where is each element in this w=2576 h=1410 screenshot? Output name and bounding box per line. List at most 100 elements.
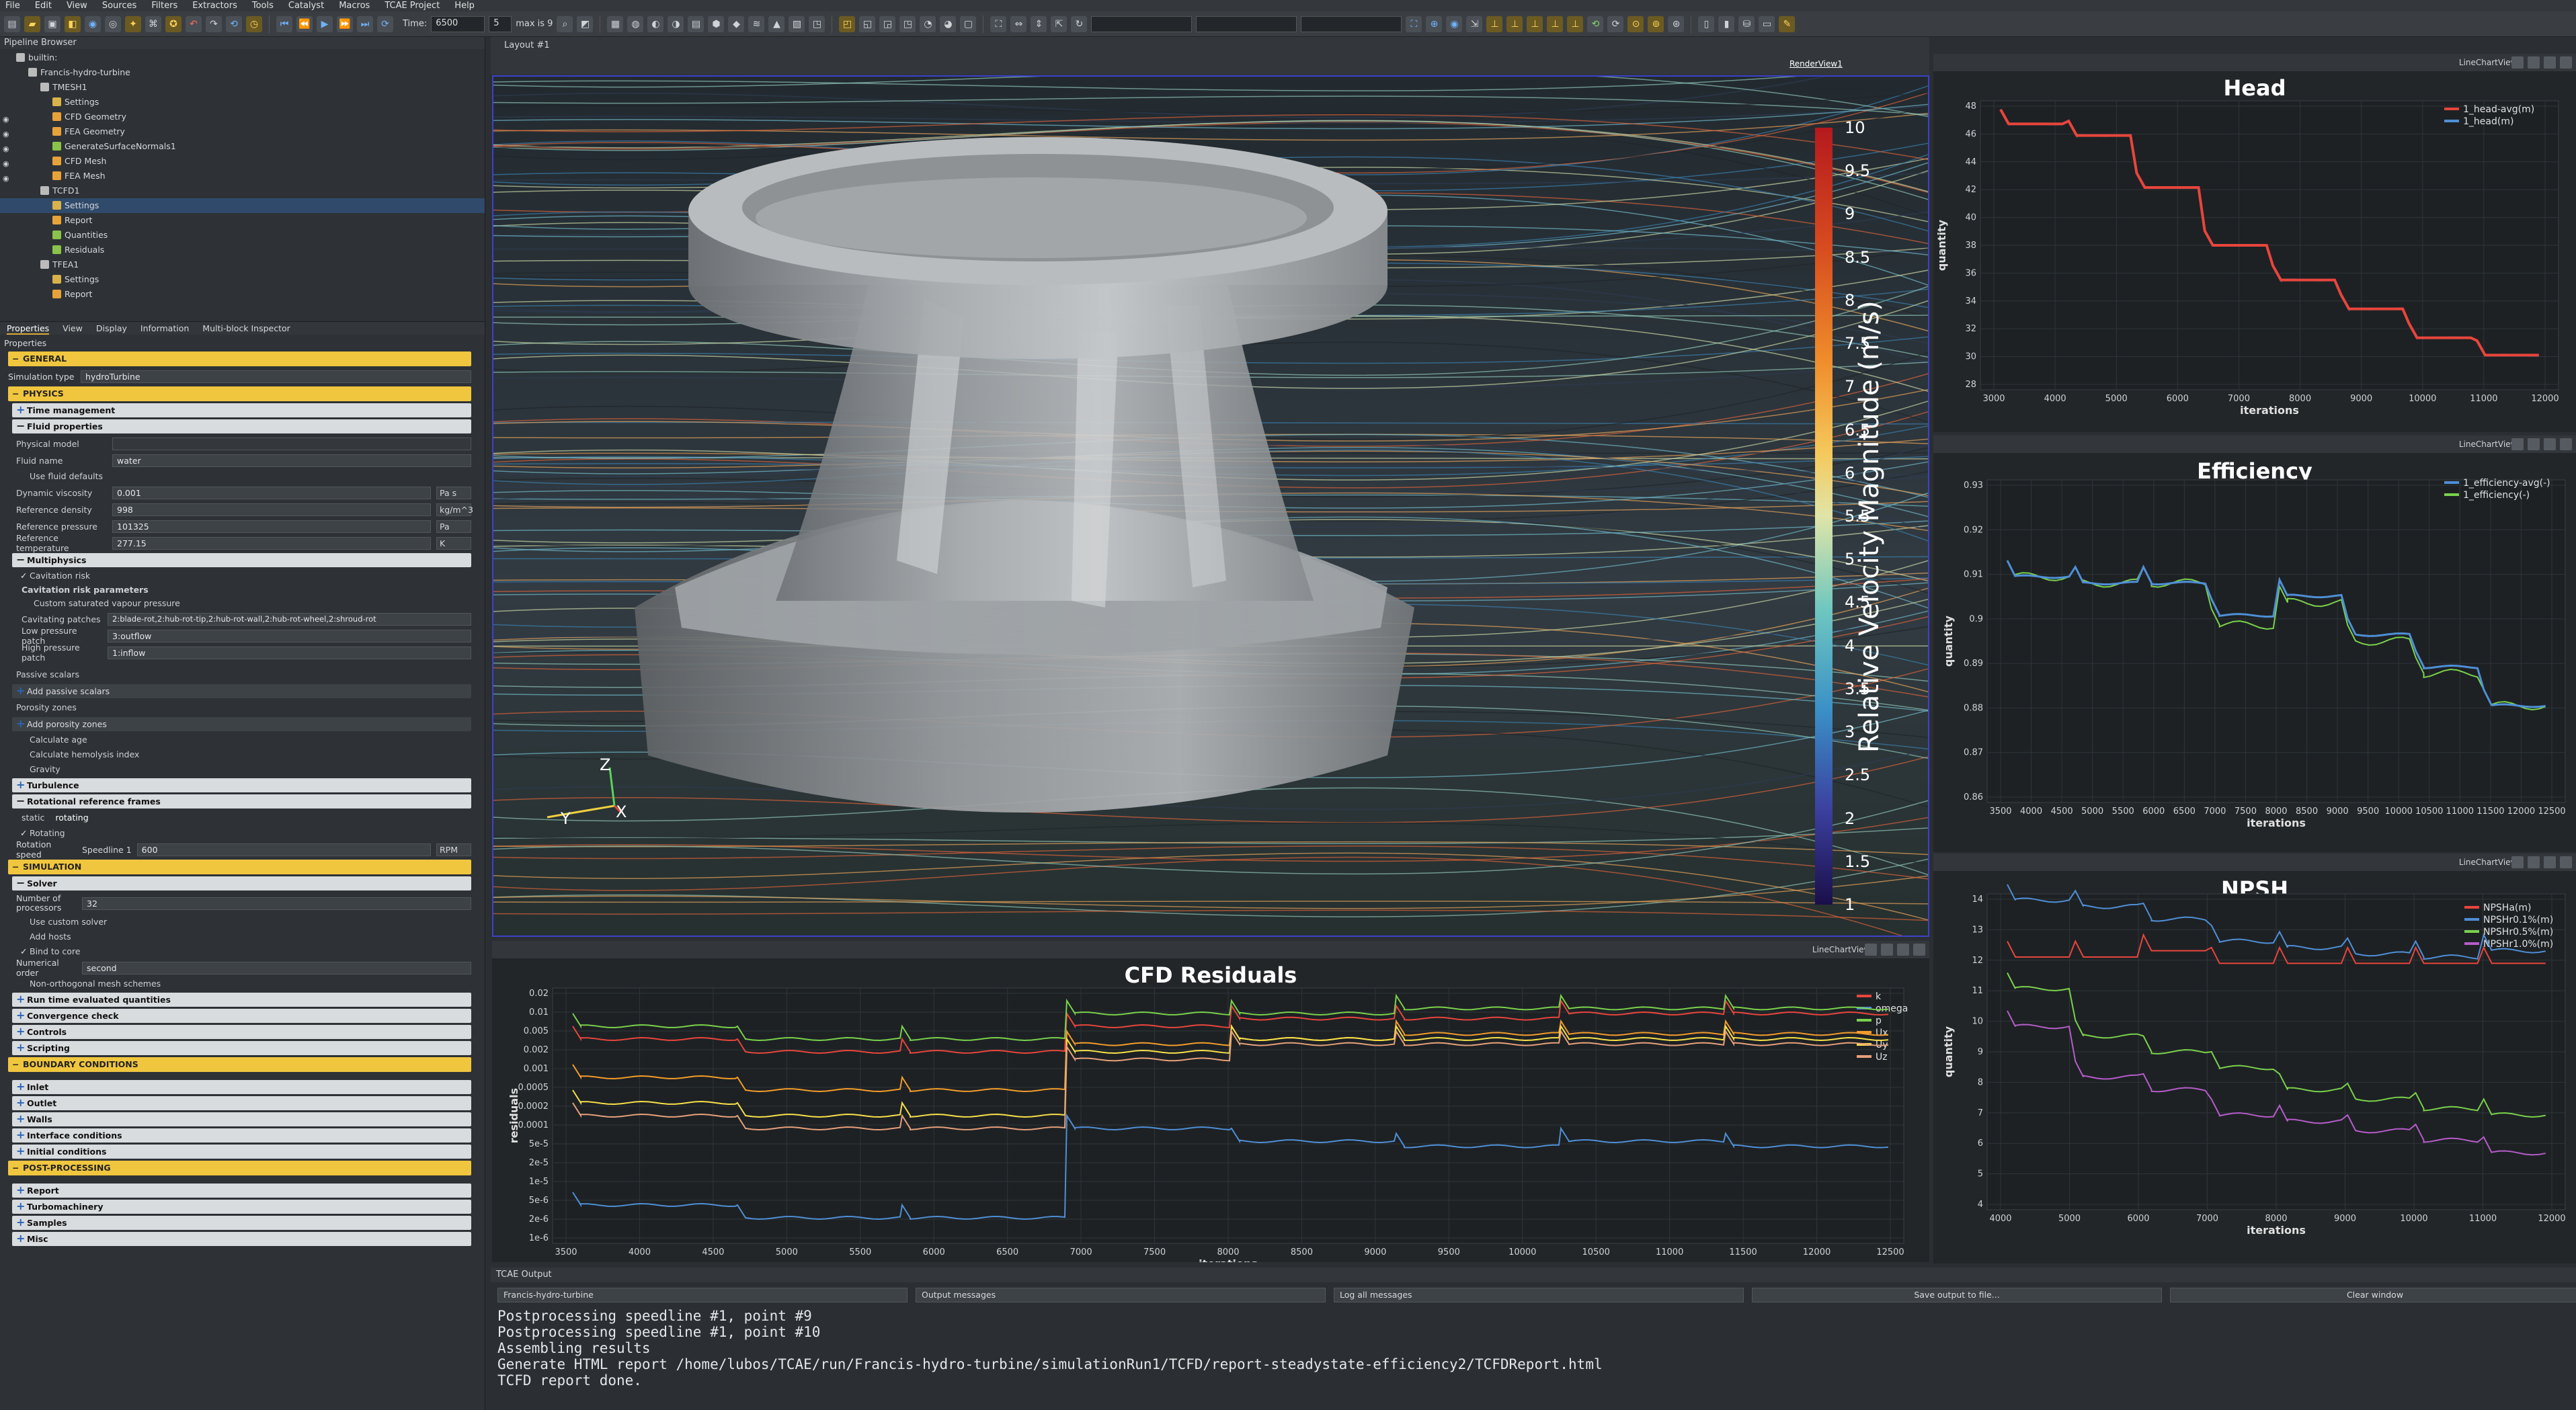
pipeline-item[interactable]: Residuals xyxy=(0,243,485,257)
group-icon[interactable]: ▧ xyxy=(789,15,805,32)
folder-icon[interactable]: ▰ xyxy=(24,15,40,32)
doc-icon[interactable]: ▯ xyxy=(1698,15,1715,32)
reference-pressure-unit[interactable]: Pa xyxy=(436,520,471,533)
reference-pressure-input[interactable]: 101325 xyxy=(112,520,431,533)
show-center-icon[interactable]: ⊛ xyxy=(1668,15,1685,32)
pipeline-item[interactable]: Francis-hydro-turbine xyxy=(0,65,485,80)
axis-icon-2[interactable]: ⊥ xyxy=(1506,15,1523,32)
colorbar[interactable] xyxy=(1815,128,1833,905)
cavitation-risk-checkbox[interactable]: Cavitation risk xyxy=(20,569,471,583)
tab-multiblock-inspector[interactable]: Multi-block Inspector xyxy=(202,322,290,335)
export-icon[interactable]: ▭ xyxy=(1759,15,1775,32)
menu-file[interactable]: File xyxy=(5,1,20,11)
bind-to-core-checkbox[interactable]: Bind to core xyxy=(20,945,471,958)
axis-icon-4[interactable]: ⊥ xyxy=(1547,15,1564,32)
catalyst-icon[interactable]: ✪ xyxy=(165,15,182,32)
menu-sources[interactable]: Sources xyxy=(102,1,136,11)
clear-window-button[interactable]: Clear window xyxy=(2170,1288,2576,1302)
custom-solver-checkbox[interactable]: Use custom solver xyxy=(20,915,471,929)
first-frame-icon[interactable]: ⏮ xyxy=(276,15,292,32)
extract-icon[interactable]: ⬢ xyxy=(708,15,725,32)
center-icon[interactable]: ⊙ xyxy=(1627,15,1644,32)
extract-level-icon[interactable]: ◳ xyxy=(809,15,826,32)
misc-toggle[interactable]: Misc xyxy=(12,1231,471,1246)
zoom-icon[interactable]: ⌕ xyxy=(557,15,573,32)
processors-input[interactable]: 32 xyxy=(82,897,471,910)
cavitating-patches-dropdown[interactable]: 2:blade-rot,2:hub-rot-tip,2:hub-rot-wall… xyxy=(108,612,471,626)
add-porosity-zones-button[interactable]: Add porosity zones xyxy=(12,716,471,731)
calculator-icon[interactable]: ▦ xyxy=(607,15,624,32)
controls-toggle[interactable]: Controls xyxy=(12,1024,471,1039)
clear-select-icon[interactable]: ▢ xyxy=(960,15,977,32)
disconnect-icon[interactable]: ◎ xyxy=(105,15,121,32)
python-icon[interactable]: ⌘ xyxy=(145,15,161,32)
pipeline-item[interactable]: TFEA1 xyxy=(0,257,485,272)
custom-vapour-pressure-checkbox[interactable]: Custom saturated vapour pressure xyxy=(24,597,471,610)
copy-icon[interactable]: ▮ xyxy=(1718,15,1735,32)
rotational-frames-toggle[interactable]: Rotational reference frames xyxy=(12,794,471,808)
section-post-processing[interactable]: POST-PROCESSING xyxy=(8,1161,471,1175)
glyph-icon[interactable]: ◆ xyxy=(728,15,745,32)
time-management-toggle[interactable]: Time management xyxy=(12,403,471,417)
reference-density-input[interactable]: 998 xyxy=(112,503,431,516)
select-block-icon[interactable]: ◲ xyxy=(879,15,896,32)
head-chart[interactable]: 48 46 44 42 40 38 36 34 32 30 28 3000 4000 5000 6000 70… xyxy=(1933,54,2576,432)
menu-view[interactable]: View xyxy=(67,1,87,11)
ruler-icon[interactable]: ✎ xyxy=(1779,15,1796,32)
component-dropdown[interactable] xyxy=(1301,15,1402,32)
nonorth-checkbox[interactable]: Non-orthogonal mesh schemes xyxy=(20,977,471,991)
pipeline-item[interactable]: builtin: xyxy=(0,50,485,65)
reference-density-unit[interactable]: kg/m^3 xyxy=(436,503,473,516)
clip-icon[interactable]: ◐ xyxy=(647,15,664,32)
menu-macros[interactable]: Macros xyxy=(339,1,370,11)
npsh-chart[interactable]: 14 13 12 11 10 9 8 7 6 5 4 4000 5000 6000 7000 8000 9000… xyxy=(1933,854,2576,1263)
scripting-toggle[interactable]: Scripting xyxy=(12,1040,471,1055)
zoom-to-data-icon[interactable]: ⊕ xyxy=(1426,15,1443,32)
use-fluid-defaults-checkbox[interactable]: Use fluid defaults xyxy=(20,470,471,483)
database-icon[interactable]: ⛁ xyxy=(1738,15,1755,32)
menu-edit[interactable]: Edit xyxy=(35,1,52,11)
clock-icon[interactable]: ◷ xyxy=(246,15,262,32)
pick-center-icon[interactable]: ⊚ xyxy=(1648,15,1664,32)
camera-icon[interactable]: ◩ xyxy=(577,15,594,32)
representation-dropdown[interactable] xyxy=(1091,15,1193,32)
loop-icon[interactable]: ⟳ xyxy=(377,15,393,32)
turbomachinery-toggle[interactable]: Turbomachinery xyxy=(12,1199,471,1214)
rotate-icon[interactable]: ↻ xyxy=(1071,15,1088,32)
tab-rotating[interactable]: rotating xyxy=(55,811,88,825)
undo-icon[interactable]: ↶ xyxy=(186,15,202,32)
output-filter-dropdown[interactable]: Output messages xyxy=(916,1288,1326,1302)
axis-icon-5[interactable]: ⊥ xyxy=(1567,15,1584,32)
high-pressure-patch-dropdown[interactable]: 1:inflow xyxy=(108,646,471,659)
pipeline-item[interactable]: Settings xyxy=(0,198,485,213)
solver-toggle[interactable]: Solver xyxy=(12,876,471,890)
pipeline-item[interactable]: Report xyxy=(0,213,485,228)
convergence-check-toggle[interactable]: Convergence check xyxy=(12,1008,471,1023)
tab-display[interactable]: Display xyxy=(96,322,127,335)
menu-filters[interactable]: Filters xyxy=(151,1,177,11)
add-hosts-checkbox[interactable]: Add hosts xyxy=(20,930,471,944)
outlet-toggle[interactable]: Outlet xyxy=(12,1095,471,1110)
low-pressure-patch-dropdown[interactable]: 3:outflow xyxy=(108,629,471,642)
pipeline-item[interactable]: ◉ FEA Geometry xyxy=(0,124,485,139)
menu-catalyst[interactable]: Catalyst xyxy=(288,1,324,11)
reference-temperature-input[interactable]: 277.15 xyxy=(112,536,431,550)
orbit-icon[interactable]: ⟲ xyxy=(1587,15,1604,32)
numerical-order-dropdown[interactable]: second xyxy=(82,961,471,974)
menu-tcae-project[interactable]: TCAE Project xyxy=(385,1,440,11)
open-icon[interactable]: ▤ xyxy=(4,15,20,32)
fluid-name-dropdown[interactable]: water xyxy=(112,454,471,467)
save-state-icon[interactable]: ◧ xyxy=(65,15,81,32)
select-points-icon[interactable]: ◰ xyxy=(839,15,856,32)
save-icon[interactable]: ▣ xyxy=(44,15,61,32)
section-general[interactable]: GENERAL xyxy=(8,351,471,366)
efficiency-chart[interactable]: 0.93 0.92 0.91 0.9 0.89 0.88 0.87 0.86 3500 4000 4… xyxy=(1933,436,2576,852)
layout-tab[interactable]: Layout #1 xyxy=(504,40,550,50)
output-level-dropdown[interactable]: Log all messages xyxy=(1334,1288,1744,1302)
samples-toggle[interactable]: Samples xyxy=(12,1215,471,1230)
view-x-icon[interactable]: ⇔ xyxy=(1010,15,1027,32)
physical-model-field[interactable] xyxy=(112,437,471,450)
connect-icon[interactable]: ◉ xyxy=(85,15,101,32)
tab-properties[interactable]: Properties xyxy=(7,322,50,335)
pipeline-item[interactable]: ◉ FEA Mesh xyxy=(0,169,485,183)
